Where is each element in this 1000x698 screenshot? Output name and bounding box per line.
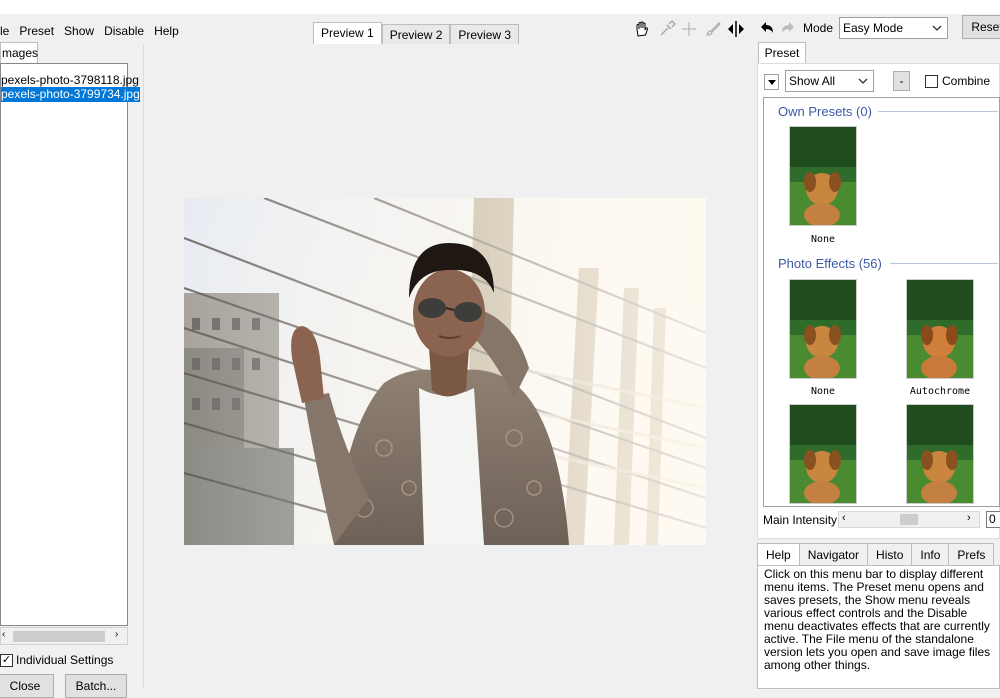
chevron-down-icon xyxy=(855,71,871,91)
mode-label: Mode xyxy=(803,21,834,35)
section-photo-effects: Photo Effects (56) xyxy=(778,256,882,271)
tab-preview-2[interactable]: Preview 2 xyxy=(381,24,451,45)
tab-prefs[interactable]: Prefs xyxy=(948,543,995,565)
preset-thumb-own-none[interactable] xyxy=(789,126,857,226)
preset-thumb[interactable] xyxy=(906,404,974,504)
preview-tabs: Preview 1 Preview 2 Preview 3 xyxy=(313,22,520,45)
section-own-presets: Own Presets (0) xyxy=(778,104,872,119)
close-button[interactable]: Close xyxy=(0,674,54,698)
tab-help[interactable]: Help xyxy=(757,543,800,565)
tab-info[interactable]: Info xyxy=(911,543,950,565)
show-filter-value: Show All xyxy=(789,74,836,88)
brush-icon[interactable] xyxy=(704,20,722,38)
menu-show[interactable]: Show xyxy=(59,22,99,40)
title-band xyxy=(0,0,1000,14)
help-text: Click on this menu bar to display differ… xyxy=(757,565,1000,689)
reset-button[interactable]: Reset xyxy=(962,15,1000,39)
combine-checkbox[interactable] xyxy=(925,75,938,88)
chevron-down-icon xyxy=(929,18,945,38)
preset-thumb[interactable] xyxy=(789,404,857,504)
tab-images[interactable]: mages xyxy=(0,42,38,64)
menu-disable[interactable]: Disable xyxy=(99,22,149,40)
preset-list: Own Presets (0) None Photo Effects (56) … xyxy=(763,97,1000,507)
chevron-right-icon[interactable]: › xyxy=(967,512,971,524)
undo-icon[interactable] xyxy=(758,20,776,38)
tab-preset[interactable]: Preset xyxy=(758,42,806,64)
menu-bar: le Preset Show Disable Help xyxy=(0,22,184,40)
split-arrows-icon[interactable] xyxy=(727,20,745,38)
tab-navigator[interactable]: Navigator xyxy=(798,543,869,565)
bottom-tabs: Help Navigator Histo Info Prefs xyxy=(757,543,995,565)
preset-label: Autochrome xyxy=(909,386,971,397)
preset-thumb-none[interactable] xyxy=(789,279,857,379)
menu-file[interactable]: le xyxy=(0,22,14,40)
combine-label: Combine xyxy=(942,74,991,88)
preset-menu-dropdown[interactable] xyxy=(764,74,779,90)
main-intensity-slider[interactable]: ‹ › xyxy=(838,511,980,528)
preview-photo[interactable] xyxy=(184,198,706,545)
scrollbar-thumb[interactable] xyxy=(13,631,105,642)
redo-icon[interactable] xyxy=(779,20,797,38)
file-list-scrollbar[interactable]: ‹ › xyxy=(0,627,128,645)
menu-preset[interactable]: Preset xyxy=(14,22,59,40)
preset-thumb-autochrome[interactable] xyxy=(906,279,974,379)
section-divider xyxy=(878,111,998,112)
individual-settings-checkbox[interactable]: ✓ xyxy=(0,654,13,667)
preset-label: None xyxy=(810,234,836,245)
eyedropper-icon[interactable] xyxy=(658,20,676,38)
chevron-left-icon[interactable]: ‹ xyxy=(2,629,5,640)
hand-icon[interactable] xyxy=(633,20,651,38)
mode-select[interactable]: Easy Mode xyxy=(839,17,948,39)
individual-settings-label: Individual Settings xyxy=(16,653,114,667)
tab-preview-1[interactable]: Preview 1 xyxy=(313,22,382,45)
minus-button[interactable]: - xyxy=(893,71,910,91)
crosshair-icon[interactable] xyxy=(680,20,698,38)
batch-button[interactable]: Batch... xyxy=(65,674,127,698)
slider-thumb[interactable] xyxy=(900,514,918,525)
menu-help[interactable]: Help xyxy=(149,22,184,40)
file-item-2[interactable]: pexels-photo-3799734.jpg xyxy=(1,87,140,102)
show-filter-select[interactable]: Show All xyxy=(785,70,874,92)
chevron-down-icon xyxy=(767,79,776,85)
chevron-right-icon[interactable]: › xyxy=(115,629,118,640)
mode-select-value: Easy Mode xyxy=(843,21,904,35)
tab-preview-3[interactable]: Preview 3 xyxy=(450,24,520,45)
main-intensity-label: Main Intensity xyxy=(763,513,838,527)
file-item-1[interactable]: pexels-photo-3798118.jpg xyxy=(1,73,139,88)
section-divider xyxy=(890,263,998,264)
file-list: pexels-photo-3798118.jpg pexels-photo-37… xyxy=(0,63,140,626)
preset-label: None xyxy=(810,386,836,397)
chevron-left-icon[interactable]: ‹ xyxy=(842,512,846,524)
intensity-value-field[interactable]: 0 xyxy=(986,511,1000,528)
tab-histo[interactable]: Histo xyxy=(867,543,913,565)
